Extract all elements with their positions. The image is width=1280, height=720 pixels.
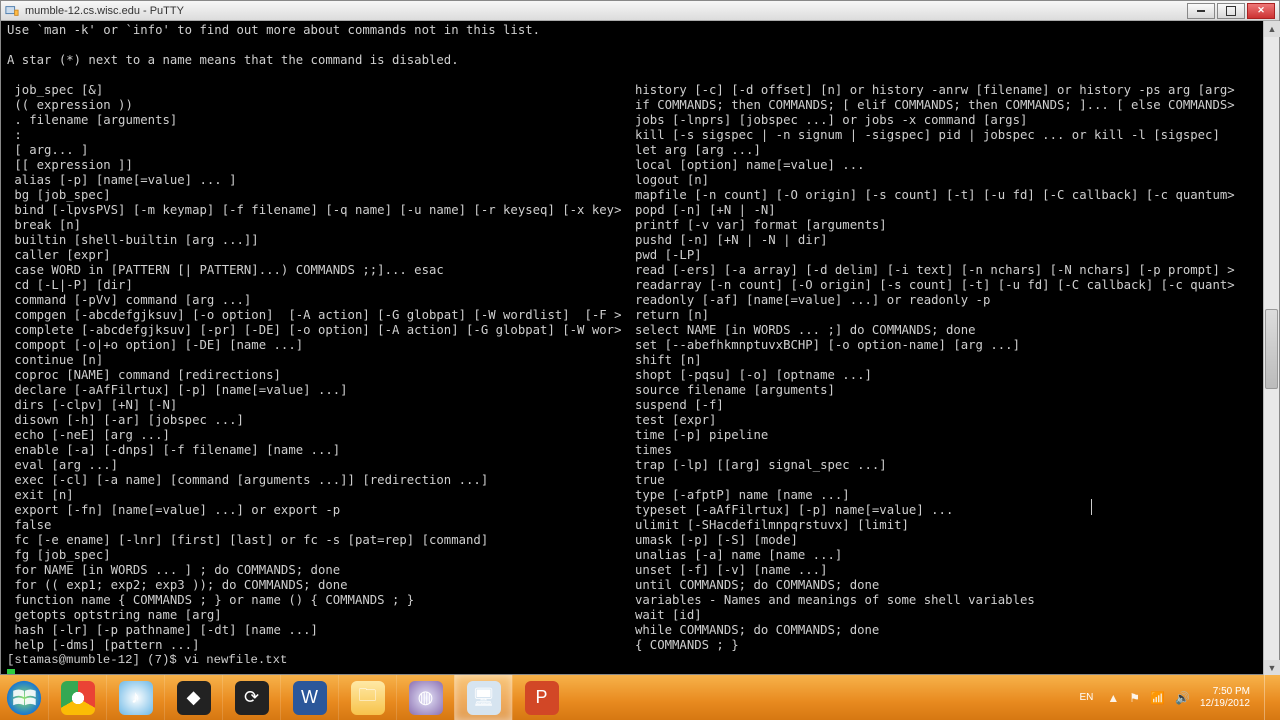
- window-buttons: [1185, 3, 1275, 19]
- scrollbar-thumb[interactable]: [1265, 309, 1278, 389]
- mouse-text-caret: [1091, 499, 1092, 515]
- shell-prompt-text: [stamas@mumble-12] (7)$ vi newfile.txt: [7, 653, 287, 667]
- taskbar-app-powerpoint[interactable]: P: [512, 675, 570, 720]
- window-title: mumble-12.cs.wisc.edu - PuTTY: [25, 5, 1185, 17]
- vertical-scrollbar[interactable]: ▲ ▼: [1263, 21, 1279, 676]
- clock-time: 7:50 PM: [1200, 686, 1250, 698]
- volume-icon[interactable]: 🔊: [1175, 691, 1190, 705]
- taskbar-app-explorer[interactable]: 🗀: [338, 675, 396, 720]
- taskbar-app-chrome[interactable]: [48, 675, 106, 720]
- help-right-column: history [-c] [-d offset] [n] or history …: [635, 83, 1273, 653]
- word-icon: W: [293, 681, 327, 715]
- taskbar-app-itunes[interactable]: ♪: [106, 675, 164, 720]
- windows-taskbar: ♪ ◆ ⟳ W 🗀 ◍ 🖥 P EN ▲ ⚑ 📶 🔊 7:50 PM 12/19…: [0, 675, 1280, 720]
- shell-prompt-line: [stamas@mumble-12] (7)$ vi newfile.txt: [7, 653, 1273, 674]
- system-tray: EN ▲ ⚑ 📶 🔊 7:50 PM 12/19/2012: [1067, 675, 1280, 720]
- action-center-icon[interactable]: ⚑: [1129, 691, 1140, 705]
- network-icon[interactable]: 📶: [1150, 691, 1165, 705]
- putty-window: mumble-12.cs.wisc.edu - PuTTY Use `man -…: [0, 0, 1280, 675]
- putty-taskbar-icon: 🖥: [467, 681, 501, 715]
- eclipse-icon: ◍: [409, 681, 443, 715]
- maximize-button[interactable]: [1217, 3, 1245, 19]
- taskbar-app-word[interactable]: W: [280, 675, 338, 720]
- terminal-area[interactable]: Use `man -k' or `info' to find out more …: [1, 21, 1279, 674]
- minimize-button[interactable]: [1187, 3, 1215, 19]
- windows-logo-icon: [6, 680, 42, 716]
- scroll-down-arrow-icon[interactable]: ▼: [1264, 660, 1280, 676]
- scroll-up-arrow-icon[interactable]: ▲: [1264, 21, 1280, 37]
- help-left-column: job_spec [&] (( expression )) . filename…: [7, 83, 635, 653]
- window-titlebar[interactable]: mumble-12.cs.wisc.edu - PuTTY: [1, 1, 1279, 21]
- start-button[interactable]: [0, 675, 48, 720]
- help-columns: job_spec [&] (( expression )) . filename…: [7, 83, 1273, 653]
- close-button[interactable]: [1247, 3, 1275, 19]
- clock-date: 12/19/2012: [1200, 698, 1250, 710]
- show-desktop-button[interactable]: [1264, 675, 1272, 720]
- taskbar-app-eclipse[interactable]: ◍: [396, 675, 454, 720]
- folder-icon: 🗀: [351, 681, 385, 715]
- language-indicator[interactable]: EN: [1075, 690, 1097, 705]
- taskbar-app-generic1[interactable]: ◆: [164, 675, 222, 720]
- chrome-icon: [61, 681, 95, 715]
- app-icon: ◆: [177, 681, 211, 715]
- terminal-cursor: [7, 669, 15, 674]
- powerpoint-icon: P: [525, 681, 559, 715]
- help-intro-text: Use `man -k' or `info' to find out more …: [7, 23, 1273, 68]
- itunes-icon: ♪: [119, 681, 153, 715]
- steam-icon: ⟳: [235, 681, 269, 715]
- putty-icon: [5, 4, 19, 18]
- taskbar-app-steam[interactable]: ⟳: [222, 675, 280, 720]
- taskbar-app-putty[interactable]: 🖥: [454, 675, 512, 720]
- tray-chevron-icon[interactable]: ▲: [1107, 691, 1119, 705]
- taskbar-clock[interactable]: 7:50 PM 12/19/2012: [1200, 686, 1250, 710]
